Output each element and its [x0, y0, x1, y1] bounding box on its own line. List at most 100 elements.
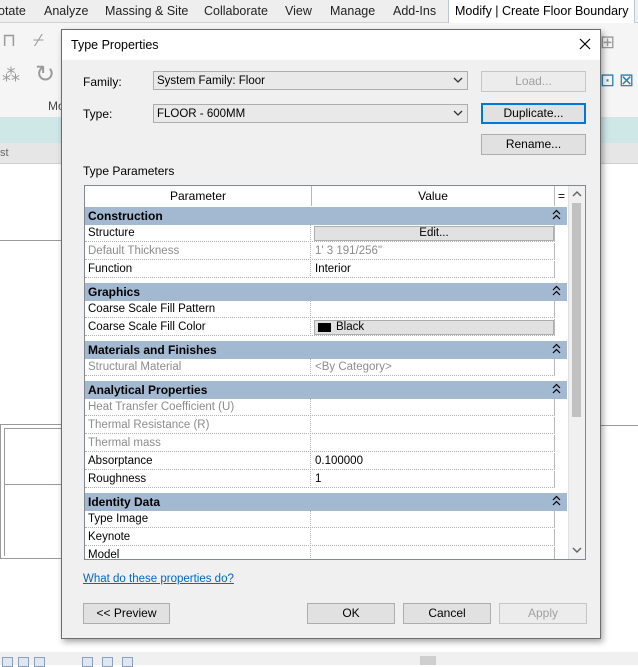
param-name: Type Image [85, 511, 311, 528]
crop-icon[interactable] [82, 657, 93, 667]
column-header-value[interactable]: Value [312, 186, 555, 206]
temp-hide-icon[interactable] [122, 657, 133, 667]
param-value[interactable]: 0.100000 [312, 453, 555, 470]
param-name: Coarse Scale Fill Pattern [85, 301, 311, 318]
type-properties-dialog: Type Properties Family: System Family: F… [61, 29, 601, 639]
param-name: Structural Material [85, 359, 311, 376]
select-tool-icon[interactable]: ⊡ [600, 71, 615, 89]
param-name: Default Thickness [85, 243, 311, 260]
param-value[interactable] [312, 529, 555, 546]
ribbon-tab-rotate[interactable]: otate [0, 0, 26, 22]
drawing-line [4, 428, 62, 429]
param-name: Heat Transfer Coefficient (U) [85, 399, 311, 416]
measure-tool-icon[interactable]: ⊞ [600, 33, 615, 51]
ribbon-tab-manage[interactable]: Manage [330, 0, 375, 22]
array-tool-icon[interactable]: ⁂ [2, 66, 20, 84]
drawing-line [4, 484, 62, 485]
family-label: Family: [83, 75, 122, 89]
visual-style-icon[interactable] [34, 657, 45, 667]
param-value[interactable]: Interior [312, 261, 555, 278]
chevron-down-icon [453, 77, 463, 83]
scroll-grip [420, 656, 436, 665]
type-parameters-label: Type Parameters [83, 164, 175, 178]
scroll-up-icon[interactable] [572, 190, 582, 198]
param-value[interactable] [312, 511, 555, 528]
type-value: FLOOR - 600MM [157, 108, 246, 120]
preview-button[interactable]: << Preview [83, 603, 170, 624]
duplicate-button[interactable]: Duplicate... [481, 103, 586, 124]
param-row-roughness: Roughness 1 [85, 471, 567, 489]
param-name: Coarse Scale Fill Color [85, 319, 311, 336]
param-row-structural-material: Structural Material <By Category> [85, 359, 567, 377]
param-name: Structure [85, 225, 311, 242]
rename-button[interactable]: Rename... [481, 134, 586, 155]
drawing-line [0, 558, 62, 559]
param-value[interactable] [312, 547, 555, 559]
scroll-down-icon[interactable] [572, 546, 582, 554]
dialog-title: Type Properties [71, 38, 159, 52]
drawing-line [0, 424, 62, 425]
wall-tool-icon[interactable]: ⊓ [2, 31, 16, 49]
cancel-button[interactable]: Cancel [403, 603, 491, 624]
param-name: Function [85, 261, 311, 278]
select-link-icon[interactable]: ⊠ [619, 71, 634, 89]
type-dropdown[interactable]: FLOOR - 600MM [153, 104, 468, 123]
family-value: System Family: Floor [157, 75, 265, 87]
ribbon-tab-massing-site[interactable]: Massing & Site [105, 0, 188, 22]
ribbon-tab-view[interactable]: View [285, 0, 312, 22]
rotate-tool-icon[interactable]: ↻ [35, 63, 55, 87]
section-construction[interactable]: Construction [85, 207, 567, 225]
collapse-icon [552, 209, 561, 220]
param-name: Thermal Resistance (R) [85, 417, 311, 434]
split-tool-icon[interactable]: ⌿ [33, 31, 44, 49]
drawing-line [600, 425, 638, 426]
ribbon-tab-analyze[interactable]: Analyze [44, 0, 88, 22]
param-row-thermal-resistance: Thermal Resistance (R) [85, 417, 567, 435]
drawing-line [4, 428, 5, 556]
collapse-icon [552, 285, 561, 296]
param-row-model: Model [85, 547, 567, 559]
section-materials-finishes[interactable]: Materials and Finishes [85, 341, 567, 359]
ribbon-tab-modify-create-floor-boundary[interactable]: Modify | Create Floor Boundary [448, 0, 636, 23]
help-link[interactable]: What do these properties do? [83, 573, 234, 585]
param-name: Thermal mass [85, 435, 311, 452]
ribbon-tab-add-ins[interactable]: Add-Ins [393, 0, 436, 22]
fill-color-button[interactable]: Black [314, 320, 554, 335]
section-title: Construction [88, 209, 163, 223]
section-identity-data[interactable]: Identity Data [85, 493, 567, 511]
scroll-thumb[interactable] [572, 203, 581, 417]
column-header-parameter[interactable]: Parameter [85, 186, 312, 206]
ribbon-tab-collaborate[interactable]: Collaborate [204, 0, 268, 22]
param-value: 1' 3 191/256" [312, 243, 555, 260]
grid-scrollbar[interactable] [568, 186, 585, 559]
hide-icon[interactable] [102, 657, 113, 667]
detail-level-icon[interactable] [18, 657, 29, 667]
ribbon-tab-bar: otate Analyze Massing & Site Collaborate… [0, 0, 638, 23]
param-row-default-thickness: Default Thickness 1' 3 191/256" [85, 243, 567, 261]
structure-edit-button[interactable]: Edit... [314, 226, 554, 241]
ok-button[interactable]: OK [307, 603, 395, 624]
param-value[interactable]: 1 [312, 471, 555, 488]
param-row-heat-transfer: Heat Transfer Coefficient (U) [85, 399, 567, 417]
section-graphics[interactable]: Graphics [85, 283, 567, 301]
drawing-line [0, 424, 1, 559]
view-control-bar [0, 652, 638, 667]
column-header-sort[interactable]: = [555, 186, 568, 206]
close-button[interactable] [570, 30, 600, 60]
param-row-function: Function Interior [85, 261, 567, 279]
param-row-thermal-mass: Thermal mass [85, 435, 567, 453]
param-value[interactable] [312, 301, 555, 318]
param-row-structure: Structure Edit... [85, 225, 567, 243]
load-button[interactable]: Load... [481, 71, 586, 92]
close-icon [579, 38, 591, 50]
type-label: Type: [83, 107, 113, 121]
family-dropdown[interactable]: System Family: Floor [153, 71, 468, 90]
section-title: Graphics [88, 285, 141, 299]
collapse-icon [552, 495, 561, 506]
scale-icon[interactable] [2, 657, 13, 667]
drawing-line [0, 240, 62, 241]
apply-button[interactable]: Apply [499, 603, 587, 624]
param-name: Keynote [85, 529, 311, 546]
section-analytical-properties[interactable]: Analytical Properties [85, 381, 567, 399]
param-name: Model [85, 547, 311, 559]
